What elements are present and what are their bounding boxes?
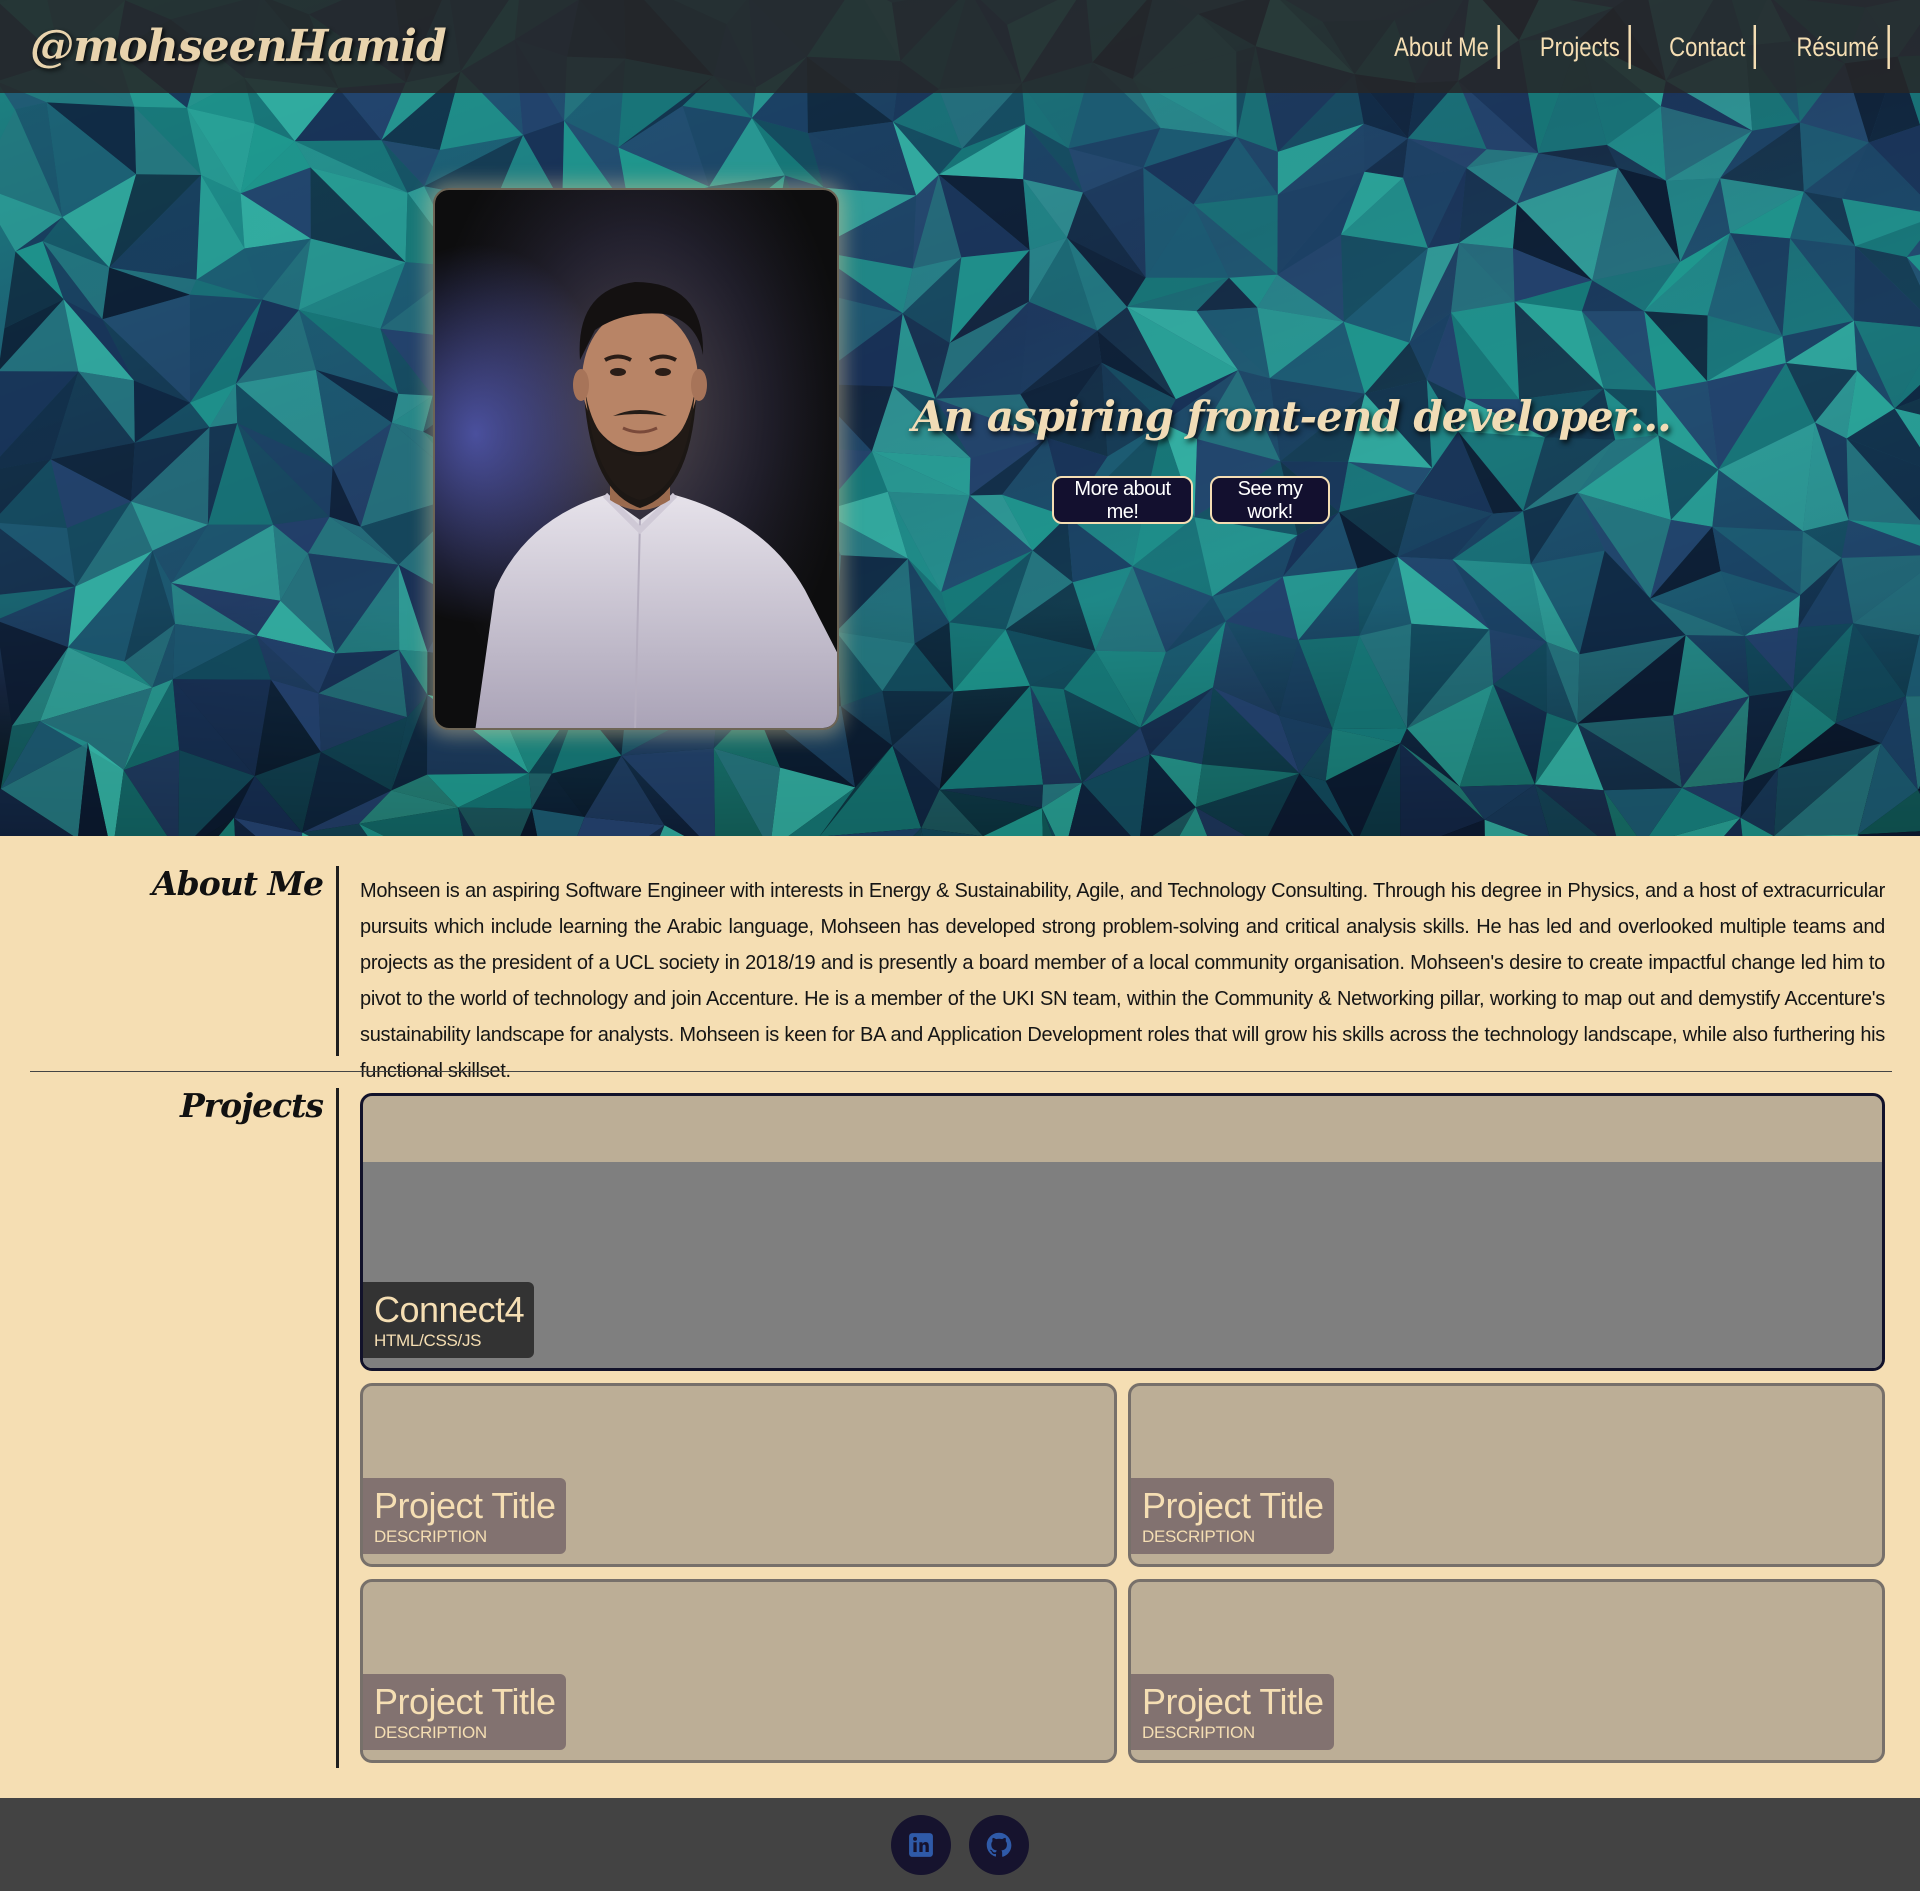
see-my-work-button[interactable]: See my work! <box>1210 476 1330 524</box>
footer <box>0 1798 1920 1891</box>
project-caption: Project Title DESCRIPTION <box>363 1478 566 1554</box>
project-description: DESCRIPTION <box>374 1723 487 1742</box>
github-icon <box>986 1832 1012 1857</box>
hero-tagline: An aspiring front-end developer... <box>912 392 1672 441</box>
projects-divider <box>336 1088 339 1768</box>
project-description: DESCRIPTION <box>1142 1527 1255 1546</box>
hero-section: @mohseenHamid About Me Projects Contact … <box>0 0 1920 836</box>
navbar: @mohseenHamid About Me Projects Contact … <box>0 0 1920 93</box>
project-title: Connect4 <box>374 1289 525 1330</box>
nav-link-projects[interactable]: Projects <box>1523 24 1631 69</box>
project-card[interactable]: Project Title DESCRIPTION <box>1128 1579 1885 1763</box>
project-title: Project Title <box>1142 1681 1324 1722</box>
project-card[interactable]: Project Title DESCRIPTION <box>360 1579 1117 1763</box>
project-card-connect4[interactable]: Connect4 HTML/CSS/JS <box>360 1093 1885 1371</box>
linkedin-icon <box>909 1832 933 1857</box>
project-card-overlay <box>363 1162 1882 1368</box>
project-caption: Connect4 HTML/CSS/JS <box>363 1282 535 1358</box>
project-description: DESCRIPTION <box>1142 1723 1255 1742</box>
github-link[interactable] <box>969 1814 1029 1875</box>
nav-link-contact[interactable]: Contact <box>1653 24 1757 69</box>
project-title: Project Title <box>1142 1485 1324 1526</box>
project-card[interactable]: Project Title DESCRIPTION <box>360 1383 1117 1567</box>
projects-section-title: Projects <box>179 1086 324 1125</box>
nav-link-resume[interactable]: Résumé <box>1780 24 1890 69</box>
project-description: DESCRIPTION <box>374 1527 487 1546</box>
project-caption: Project Title DESCRIPTION <box>1131 1478 1334 1554</box>
brand-logo[interactable]: @mohseenHamid <box>30 21 447 72</box>
about-section-title: About Me <box>152 864 324 903</box>
project-caption: Project Title DESCRIPTION <box>1131 1674 1334 1750</box>
nav-menu: About Me Projects Contact Résumé <box>1351 24 1890 69</box>
about-paragraph: Mohseen is an aspiring Software Engineer… <box>360 880 1885 1082</box>
nav-link-about[interactable]: About Me <box>1378 24 1500 69</box>
project-title: Project Title <box>374 1485 556 1526</box>
project-card[interactable]: Project Title DESCRIPTION <box>1128 1383 1885 1567</box>
about-divider <box>336 866 339 1056</box>
project-description: HTML/CSS/JS <box>374 1331 482 1350</box>
section-divider <box>30 1071 1892 1072</box>
profile-photo <box>433 188 839 730</box>
more-about-me-button[interactable]: More about me! <box>1052 476 1193 524</box>
project-title: Project Title <box>374 1681 556 1722</box>
project-caption: Project Title DESCRIPTION <box>363 1674 566 1750</box>
linkedin-link[interactable] <box>891 1814 951 1875</box>
